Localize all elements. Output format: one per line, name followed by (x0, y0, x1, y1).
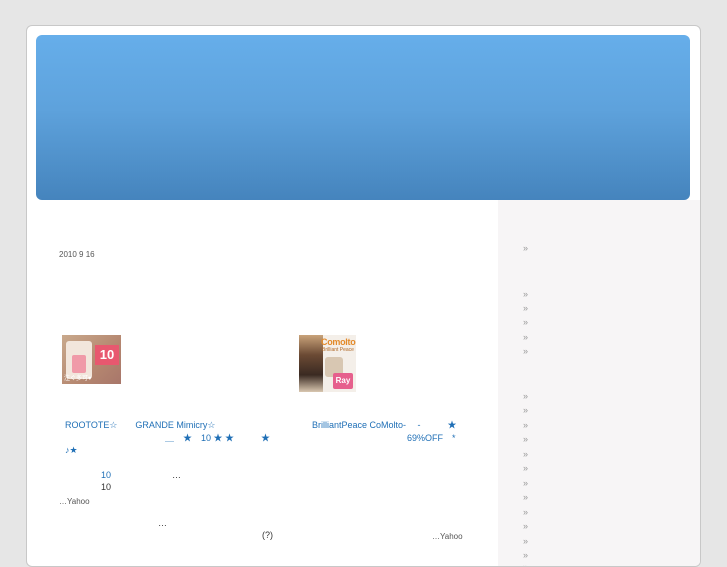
sidebar-bullet[interactable]: » (523, 450, 528, 459)
page-container: 2010 9 16 10 注ぐ多可♥ Comolto Brilliant Pea… (26, 25, 701, 567)
thumbnail-number-badge: 10 (95, 345, 119, 365)
sidebar-bullet[interactable]: » (523, 318, 528, 327)
sidebar-bullet[interactable]: » (523, 333, 528, 342)
sidebar-bullet[interactable]: » (523, 479, 528, 488)
comolto-subtitle: Brilliant Peace (322, 347, 354, 353)
sidebar-bullet[interactable]: » (523, 464, 528, 473)
body-question: (?) (262, 530, 273, 540)
sidebar-bullet[interactable]: » (523, 244, 528, 253)
sidebar-bullet[interactable]: » (523, 508, 528, 517)
body-text-10: 10 (101, 482, 112, 492)
sidebar-bullet[interactable]: » (523, 421, 528, 430)
sidebar-bullet[interactable]: » (523, 406, 528, 415)
blog-header-banner[interactable] (36, 35, 690, 200)
comolto-logo: Comolto (321, 337, 356, 347)
sidebar-bullet[interactable]: » (523, 347, 528, 356)
post-date: 2010 9 16 (59, 250, 95, 259)
item1-detail-line[interactable]: ＿ ★ 10 ★ ★ ★ (165, 433, 270, 444)
product-thumbnail-comolto[interactable]: Comolto Brilliant Peace Ray (299, 335, 356, 392)
item1-title-link[interactable]: ROOTOTE☆ GRANDE Mimicry☆ (65, 420, 215, 431)
sidebar-bullet[interactable]: » (523, 563, 528, 567)
magazine-badge: Ray (333, 373, 353, 389)
body-ellipsis-2: … (158, 518, 167, 528)
body-ellipsis-1: … (172, 470, 181, 480)
body-yahoo-note-2: …Yahoo (432, 532, 463, 541)
product-thumbnail-rootote[interactable]: 10 注ぐ多可♥ (62, 335, 121, 384)
main-content: 2010 9 16 10 注ぐ多可♥ Comolto Brilliant Pea… (27, 200, 498, 566)
sidebar-bullet[interactable]: » (523, 435, 528, 444)
sidebar-bullet[interactable]: » (523, 290, 528, 299)
body-yahoo-note-1: …Yahoo (59, 497, 90, 506)
sidebar-bullet[interactable]: » (523, 551, 528, 560)
item2-title-link[interactable]: BrilliantPeace CoMolto- - ★ (312, 420, 457, 431)
sidebar-bullet[interactable]: » (523, 493, 528, 502)
sidebar-bullet[interactable]: » (523, 304, 528, 313)
sidebar-bullet[interactable]: » (523, 522, 528, 531)
sidebar: » » » » » » » » » » » » » » » » » » » (498, 200, 700, 566)
model-image (299, 335, 323, 392)
body-link-10[interactable]: 10 (101, 470, 111, 481)
item1-detail-line-2[interactable]: ♪★ (65, 445, 78, 456)
item2-detail-line[interactable]: 69%OFF * (407, 433, 456, 444)
thumbnail-caption: 注ぐ多可♥ (64, 376, 92, 382)
sidebar-bullet[interactable]: » (523, 392, 528, 401)
